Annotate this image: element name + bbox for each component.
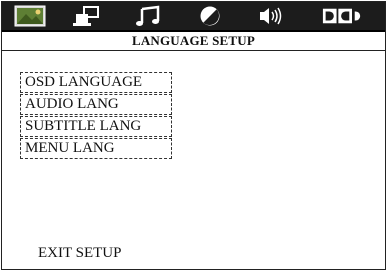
exit-setup-button[interactable]: EXIT SETUP (38, 245, 121, 262)
setup-screen: LANGUAGE SETUP OSD LANGUAGE AUDIO LANG S… (1, 1, 386, 270)
menu-item-osd-language[interactable]: OSD LANGUAGE (20, 72, 172, 93)
display-contrast-icon (200, 6, 220, 26)
menu-item-audio-lang[interactable]: AUDIO LANG (20, 94, 172, 115)
language-menu: OSD LANGUAGE AUDIO LANG SUBTITLE LANG ME… (20, 72, 172, 160)
tab-audio-music[interactable] (128, 4, 168, 28)
speaker-audio-icon (260, 7, 282, 25)
setup-tab-bar (2, 2, 385, 32)
menu-item-menu-lang[interactable]: MENU LANG (20, 138, 172, 159)
tab-dolby[interactable] (322, 4, 362, 28)
tab-display[interactable] (190, 4, 230, 28)
dolby-icon (322, 8, 361, 24)
menu-item-subtitle-lang[interactable]: SUBTITLE LANG (20, 116, 172, 137)
tab-speaker[interactable] (252, 4, 292, 28)
tab-system-setup[interactable] (66, 4, 106, 28)
music-note-icon (136, 5, 160, 26)
page-title: LANGUAGE SETUP (2, 32, 385, 51)
picture-setup-icon (14, 5, 46, 27)
tab-picture-setup[interactable] (10, 4, 50, 28)
system-setup-icon (73, 6, 99, 26)
